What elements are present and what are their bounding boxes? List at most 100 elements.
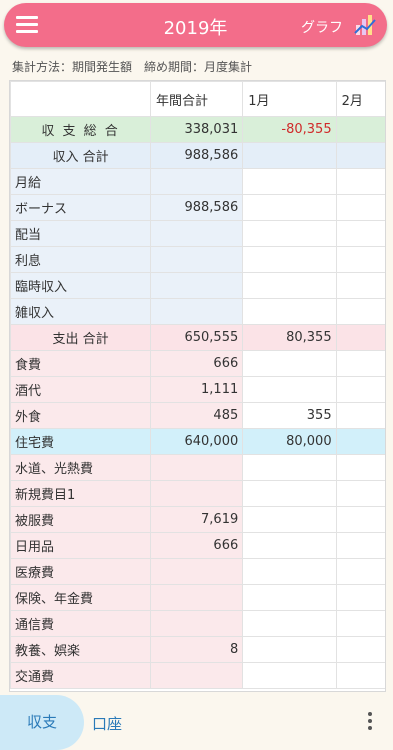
month-cell[interactable] — [242, 220, 337, 247]
annual-total-cell[interactable]: 666 — [150, 350, 244, 377]
month-cell[interactable] — [335, 142, 385, 169]
table-row[interactable]: 雑収入 — [10, 298, 385, 325]
table-row[interactable]: ボーナス 988,586 — [10, 194, 385, 221]
month-cell[interactable] — [335, 558, 385, 585]
table-row[interactable]: 配当 — [10, 220, 385, 247]
annual-total-cell[interactable]: 485 — [150, 402, 244, 429]
month-cell[interactable] — [242, 506, 337, 533]
row-label[interactable]: 被服費 — [10, 506, 152, 533]
annual-total-cell[interactable] — [150, 246, 244, 273]
table-row[interactable]: 食費66666 — [10, 350, 385, 377]
row-label[interactable]: 日用品 — [10, 532, 152, 559]
month-cell[interactable]: -66 — [335, 116, 385, 143]
table-row[interactable]: 利息 — [10, 246, 385, 273]
table-row[interactable]: 医療費 — [10, 558, 385, 585]
month-cell[interactable]: 66 — [335, 350, 385, 377]
table-row[interactable]: 支出 合計650,55580,35566 — [10, 324, 385, 351]
row-label[interactable]: 医療費 — [10, 558, 152, 585]
row-label[interactable]: 収 支 総 合 — [10, 116, 152, 143]
annual-total-cell[interactable]: 8 — [150, 636, 244, 663]
row-label[interactable]: 水道、光熱費 — [10, 454, 152, 481]
row-label[interactable]: 支出 合計 — [10, 324, 152, 351]
month-cell[interactable] — [242, 584, 337, 611]
month-cell[interactable] — [242, 194, 337, 221]
month-cell[interactable] — [242, 558, 337, 585]
month-cell[interactable] — [335, 636, 385, 663]
row-label[interactable]: 住宅費 — [10, 428, 152, 455]
month-cell[interactable] — [335, 220, 385, 247]
month-cell[interactable] — [335, 454, 385, 481]
more-vert-icon[interactable] — [367, 712, 373, 732]
row-label[interactable]: 保険、年金費 — [10, 584, 152, 611]
annual-total-cell[interactable]: 640,000 — [150, 428, 244, 455]
month-cell[interactable] — [242, 246, 337, 273]
table-row[interactable]: 収入 合計 988,586 — [10, 142, 385, 169]
annual-total-cell[interactable] — [150, 584, 244, 611]
month-cell[interactable]: -80,355 — [242, 116, 337, 143]
annual-total-cell[interactable] — [150, 662, 244, 689]
annual-total-cell[interactable] — [150, 610, 244, 637]
table-row[interactable]: 被服費 7,619 — [10, 506, 385, 533]
month-cell[interactable] — [242, 662, 337, 689]
month-cell[interactable] — [335, 376, 385, 403]
table-row[interactable]: 通信費 — [10, 610, 385, 637]
annual-total-cell[interactable]: 988,586 — [150, 142, 244, 169]
row-label[interactable]: 交通費 — [10, 662, 152, 689]
table-row[interactable]: 交通費 — [10, 662, 385, 689]
annual-total-cell[interactable] — [150, 454, 244, 481]
table-row[interactable]: 酒代 1,111 — [10, 376, 385, 403]
annual-total-cell[interactable]: 666 — [150, 532, 244, 559]
annual-total-cell[interactable] — [150, 558, 244, 585]
month-cell[interactable] — [242, 376, 337, 403]
month-cell[interactable] — [335, 506, 385, 533]
annual-total-cell[interactable]: 650,555 — [150, 324, 244, 351]
row-label[interactable]: 食費 — [10, 350, 152, 377]
table-row[interactable]: 外食 485 355 — [10, 402, 385, 429]
row-label[interactable]: 収入 合計 — [10, 142, 152, 169]
month-cell[interactable] — [242, 350, 337, 377]
table-row[interactable]: 日用品 666 — [10, 532, 385, 559]
row-label[interactable]: 配当 — [10, 220, 152, 247]
table-row[interactable]: 住宅費 640,000 80,000 — [10, 428, 385, 455]
month-cell[interactable] — [335, 402, 385, 429]
row-label[interactable]: 通信費 — [10, 610, 152, 637]
annual-total-cell[interactable] — [150, 220, 244, 247]
annual-total-cell[interactable]: 7,619 — [150, 506, 244, 533]
month-cell[interactable] — [335, 584, 385, 611]
table-row[interactable]: 収 支 総 合338,031-80,355-66 — [10, 116, 385, 143]
month-cell[interactable]: 66 — [335, 324, 385, 351]
row-label[interactable]: 外食 — [10, 402, 152, 429]
annual-total-cell[interactable] — [150, 480, 244, 507]
month-cell[interactable] — [335, 662, 385, 689]
month-cell[interactable] — [242, 142, 337, 169]
month-cell[interactable]: 80,355 — [242, 324, 337, 351]
month-cell[interactable] — [242, 480, 337, 507]
month-cell[interactable] — [335, 480, 385, 507]
annual-total-cell[interactable] — [150, 272, 244, 299]
month-cell[interactable] — [335, 532, 385, 559]
row-label[interactable]: ボーナス — [10, 194, 152, 221]
table-row[interactable]: 臨時収入 — [10, 272, 385, 299]
month-cell[interactable]: 80,000 — [242, 428, 337, 455]
row-label[interactable]: 月給 — [10, 168, 152, 195]
row-label[interactable]: 新規費目1 — [10, 480, 152, 507]
row-label[interactable]: 利息 — [10, 246, 152, 273]
annual-total-cell[interactable] — [150, 298, 244, 325]
month-cell[interactable] — [335, 428, 385, 455]
tab-account[interactable]: 口座 — [92, 713, 122, 734]
annual-total-cell[interactable]: 988,586 — [150, 194, 244, 221]
month-cell[interactable] — [335, 272, 385, 299]
annual-total-cell[interactable]: 338,031 — [150, 116, 244, 143]
month-cell[interactable] — [242, 168, 337, 195]
row-label[interactable]: 雑収入 — [10, 298, 152, 325]
row-label[interactable]: 臨時収入 — [10, 272, 152, 299]
bar-chart-icon[interactable] — [353, 13, 377, 37]
month-cell[interactable]: 355 — [242, 402, 337, 429]
table-row[interactable]: 新規費目1 — [10, 480, 385, 507]
row-label[interactable]: 教養、娯楽 — [10, 636, 152, 663]
month-cell[interactable] — [242, 610, 337, 637]
month-cell[interactable] — [242, 454, 337, 481]
table-row[interactable]: 月給 — [10, 168, 385, 195]
month-cell[interactable] — [242, 298, 337, 325]
annual-total-cell[interactable] — [150, 168, 244, 195]
